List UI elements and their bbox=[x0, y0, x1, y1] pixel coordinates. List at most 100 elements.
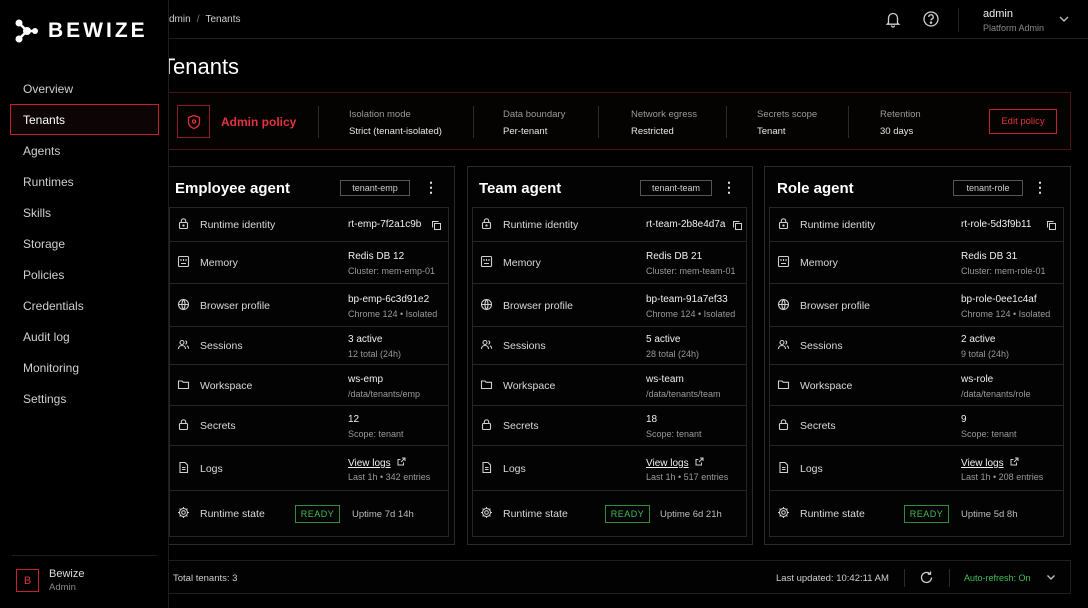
row-sessions: Sessions 3 active 12 total (24h) bbox=[170, 327, 448, 365]
edit-policy-button[interactable]: Edit policy bbox=[989, 109, 1057, 134]
memory-sub: Cluster: mem-emp-01 bbox=[348, 266, 436, 276]
policy-divider bbox=[726, 106, 727, 138]
more-menu-icon[interactable]: ⋮ bbox=[424, 180, 438, 196]
row-runtime-state: Runtime state READY Uptime 6d 21h bbox=[473, 491, 746, 536]
row-label: Browser profile bbox=[800, 299, 871, 312]
sidebar-item-overview[interactable]: Overview bbox=[10, 73, 159, 104]
policy-field-value: Strict (tenant-isolated) bbox=[349, 126, 442, 137]
logs-sub: Last 1h • 517 entries bbox=[646, 471, 729, 482]
logo[interactable]: BEWIZE bbox=[14, 18, 148, 44]
gear-icon bbox=[777, 506, 790, 519]
row-label: Sessions bbox=[800, 340, 843, 352]
sessions-sub: 9 total (24h) bbox=[961, 349, 1010, 359]
copy-icon[interactable] bbox=[1046, 220, 1057, 231]
row-label: Browser profile bbox=[503, 299, 574, 312]
policy-field-data-boundary: Data boundary Per-tenant bbox=[503, 109, 565, 137]
tenant-tag: tenant-team bbox=[640, 180, 712, 196]
policy-field-key: Data boundary bbox=[503, 109, 566, 120]
row-workspace: Workspace ws-team/data/tenants/team bbox=[473, 365, 746, 406]
copy-icon[interactable] bbox=[732, 220, 743, 231]
row-runtime-state: Runtime state READY Uptime 7d 14h bbox=[170, 491, 448, 536]
secrets-lock-icon bbox=[177, 418, 190, 431]
sidebar: BEWIZE Overview Tenants Agents Runtimes … bbox=[0, 0, 169, 608]
secrets-sub: Scope: tenant bbox=[348, 429, 404, 439]
row-label: Logs bbox=[200, 462, 223, 475]
sidebar-item-settings[interactable]: Settings bbox=[10, 383, 159, 414]
view-logs-link[interactable]: View logs bbox=[348, 457, 406, 469]
policy-field-key: Isolation mode bbox=[349, 109, 411, 120]
logs-sub: Last 1h • 208 entries bbox=[961, 471, 1044, 482]
more-menu-icon[interactable]: ⋮ bbox=[1033, 180, 1047, 196]
row-logs: Logs View logs Last 1h • 342 entries bbox=[170, 446, 448, 491]
row-browser-profile: Browser profile bp-team-91a7ef33 Chrome 12… bbox=[473, 284, 746, 327]
row-label: Runtime identity bbox=[800, 219, 876, 231]
secrets-sub: Scope: tenant bbox=[646, 429, 702, 439]
policy-field-secrets-scope: Secrets scope Tenant bbox=[757, 109, 817, 137]
external-link-icon bbox=[689, 457, 704, 469]
users-icon bbox=[177, 338, 190, 351]
row-logs: Logs View logs Last 1h • 517 entries bbox=[473, 446, 746, 491]
policy-divider bbox=[598, 106, 599, 138]
sidebar-item-policies[interactable]: Policies bbox=[10, 259, 159, 290]
sidebar-item-agents[interactable]: Agents bbox=[10, 135, 159, 166]
sidebar-item-tenants[interactable]: Tenants bbox=[10, 104, 159, 135]
row-sessions: Sessions 2 active 9 total (24h) bbox=[770, 327, 1063, 365]
memory-icon bbox=[777, 255, 790, 268]
topbar-user[interactable]: admin Platform Admin bbox=[983, 8, 1044, 33]
folder-icon bbox=[777, 378, 790, 391]
gear-icon bbox=[177, 506, 190, 519]
sessions-value: 3 active bbox=[348, 334, 383, 345]
card-title: Employee agent bbox=[175, 180, 291, 197]
secrets-lock-icon bbox=[480, 418, 493, 431]
sidebar-nav: Overview Tenants Agents Runtimes Skills … bbox=[10, 73, 159, 414]
workspace-value: ws-role bbox=[961, 373, 994, 385]
row-label: Secrets bbox=[800, 420, 836, 432]
view-logs-link[interactable]: View logs bbox=[646, 457, 704, 469]
sidebar-item-audit-log[interactable]: Audit log bbox=[10, 321, 159, 352]
row-logs: Logs View logs Last 1h • 208 entries bbox=[770, 446, 1063, 491]
users-icon bbox=[480, 338, 493, 351]
sidebar-item-monitoring[interactable]: Monitoring bbox=[10, 352, 159, 383]
refresh-icon[interactable] bbox=[919, 570, 934, 585]
globe-icon bbox=[480, 298, 493, 311]
browser-profile-value: bp-team-91a7ef33 bbox=[646, 293, 728, 305]
chevron-down-icon[interactable] bbox=[1045, 571, 1057, 583]
sidebar-item-credentials[interactable]: Credentials bbox=[10, 290, 159, 321]
sidebar-item-skills[interactable]: Skills bbox=[10, 197, 159, 228]
folder-icon bbox=[177, 378, 190, 391]
chevron-down-icon[interactable] bbox=[1057, 12, 1071, 26]
view-logs-link[interactable]: View logs bbox=[961, 457, 1019, 469]
admin-policy-bar: Admin policy Isolation mode Strict (tena… bbox=[168, 92, 1071, 150]
row-label: Runtime state bbox=[800, 507, 865, 520]
sidebar-item-storage[interactable]: Storage bbox=[10, 228, 159, 259]
breadcrumb-tenants: Tenants bbox=[205, 14, 241, 25]
row-label: Memory bbox=[800, 257, 838, 269]
row-workspace: Workspace ws-emp/data/tenants/emp bbox=[170, 365, 448, 406]
total-tenants: Total tenants: 3 bbox=[173, 573, 238, 584]
row-workspace: Workspace ws-role/data/tenants/role bbox=[770, 365, 1063, 406]
browser-profile-value: bp-emp-6c3d91e2 bbox=[348, 293, 430, 305]
sidebar-item-runtimes[interactable]: Runtimes bbox=[10, 166, 159, 197]
row-memory: Memory Redis DB 12 Cluster: mem-emp-01 bbox=[170, 242, 448, 284]
policy-field-value: Per-tenant bbox=[503, 126, 548, 137]
row-runtime-identity: Runtime identity rt-role-5d3f9b11 bbox=[770, 208, 1063, 242]
bell-icon[interactable] bbox=[884, 10, 902, 28]
sessions-sub: 12 total (24h) bbox=[348, 349, 402, 359]
sessions-value: 5 active bbox=[646, 334, 681, 345]
card-details: Runtime identity rt-team-2b8e4d7a Memory Re… bbox=[472, 207, 747, 537]
secrets-sub: Scope: tenant bbox=[961, 429, 1017, 439]
help-icon[interactable] bbox=[922, 10, 940, 28]
auto-refresh-toggle[interactable]: Auto-refresh: On bbox=[964, 573, 1031, 583]
sessions-sub: 28 total (24h) bbox=[646, 349, 700, 359]
breadcrumb-admin[interactable]: dmin bbox=[169, 14, 191, 25]
lock-icon bbox=[480, 217, 493, 230]
copy-icon[interactable] bbox=[431, 220, 442, 231]
page-title: Tenants bbox=[162, 54, 240, 79]
shield-icon bbox=[177, 105, 210, 138]
lock-icon bbox=[777, 217, 790, 230]
topbar-user-name: admin bbox=[983, 8, 1013, 20]
tenant-card: Employee agent tenant-emp ⋮ Runtime identit… bbox=[168, 166, 455, 545]
sidebar-user[interactable]: B Bewize Admin bbox=[12, 555, 157, 593]
more-menu-icon[interactable]: ⋮ bbox=[722, 180, 736, 196]
breadcrumb: dmin / Tenants bbox=[169, 14, 241, 25]
